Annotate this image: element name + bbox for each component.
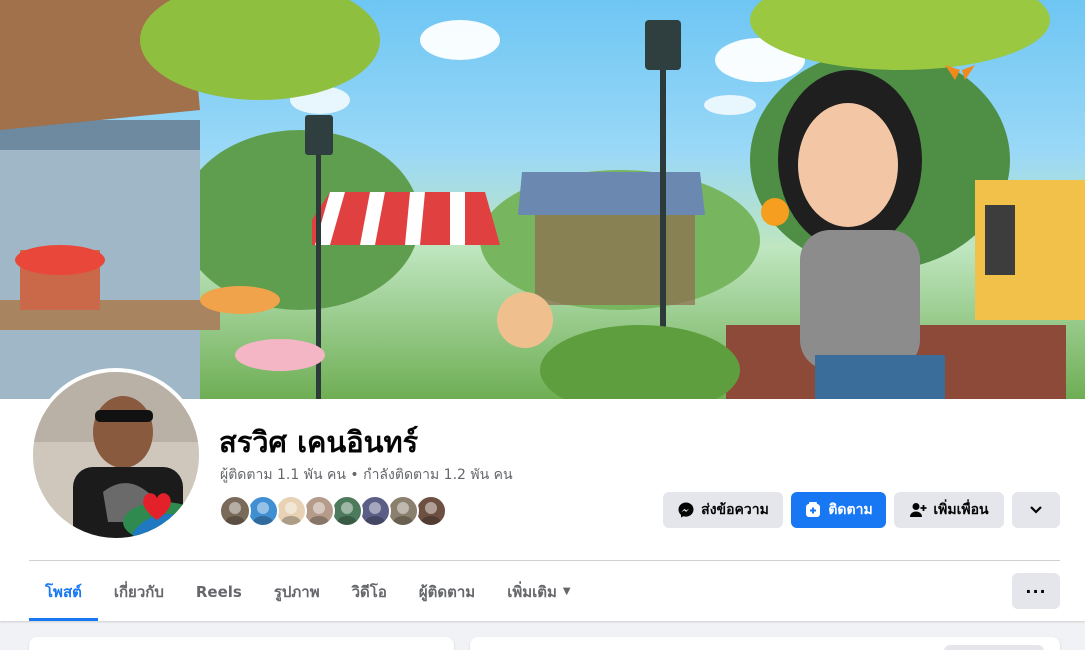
tab-label: เกี่ยวกับ [113,582,164,601]
tab-1[interactable]: เกี่ยวกับ [98,562,180,621]
tab-label: วิดีโอ [351,582,387,601]
follow-icon [804,501,822,519]
followers-link[interactable]: ผู้ติดตาม 1.1 พัน คน [220,467,346,483]
tab-5[interactable]: ผู้ติดตาม [403,562,491,621]
friend-avatar-3[interactable] [275,495,307,527]
filters-button[interactable] [944,645,1044,650]
follow-button[interactable]: ติดตาม [791,492,886,528]
tab-label: ผู้ติดตาม [418,582,476,601]
message-label: ส่งข้อความ [701,502,769,518]
stats-separator: • [350,467,359,483]
profile-stats: ผู้ติดตาม 1.1 พัน คน • กำลังติดตาม 1.2 พ… [220,465,513,485]
caret-down-icon: ▼ [562,586,571,597]
tab-label: เพิ่มเติม [507,582,557,601]
posts-panel [470,637,1060,650]
profile-avatar[interactable] [33,372,199,538]
friend-avatar-6[interactable] [359,495,391,527]
friend-avatar-8[interactable] [415,495,447,527]
tabs-more-button[interactable]: ··· [1012,573,1060,609]
cover-illustration [0,0,1085,399]
heart-icon [143,493,171,520]
add-friend-label: เพิ่มเพื่อน [933,502,989,518]
tab-6[interactable]: เพิ่มเติม ▼ [491,562,586,621]
friend-avatar-1[interactable] [219,495,251,527]
tab-label: Reels [195,582,242,601]
tab-4[interactable]: วิดีโอ [336,562,403,621]
tab-label: รูปภาพ [273,582,320,601]
more-dots-icon: ··· [1025,581,1047,601]
tab-2[interactable]: Reels [180,562,258,621]
profile-name: สรวิศ เคนอินทร์ [219,425,419,459]
add-friend-icon [909,501,927,519]
tab-3[interactable]: รูปภาพ [258,562,336,621]
tab-label: โพสต์ [45,582,82,601]
profile-tabs: โพสต์ เกี่ยวกับ Reels รูปภาพ วิดีโอ ผู้ติดตาม… [29,562,587,621]
message-button[interactable]: ส่งข้อความ [663,492,783,528]
add-friend-button[interactable]: เพิ่มเพื่อน [894,492,1004,528]
chevron-down-icon [1029,505,1043,515]
mutual-friends-avatars [219,495,447,529]
follow-label: ติดตาม [828,502,873,518]
profile-options-button[interactable] [1012,492,1060,528]
friend-avatar-5[interactable] [331,495,363,527]
friend-avatar-2[interactable] [247,495,279,527]
messenger-icon [677,501,695,519]
friend-avatar-7[interactable] [387,495,419,527]
tab-0[interactable]: โพสต์ [29,562,98,621]
header-divider [29,560,1060,561]
following-link[interactable]: กำลังติดตาม 1.2 พัน คน [363,467,512,483]
cover-photo[interactable] [0,0,1085,399]
intro-panel [29,637,454,650]
friend-avatar-4[interactable] [303,495,335,527]
